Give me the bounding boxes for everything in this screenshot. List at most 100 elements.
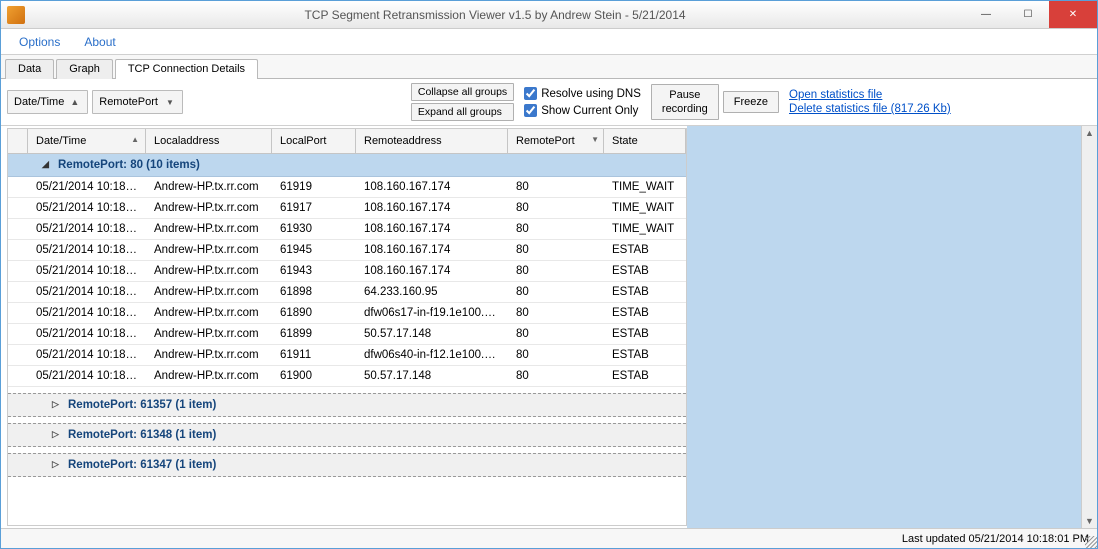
groupby-remoteport[interactable]: RemotePort ▼ [92,90,183,114]
cell-localport: 61911 [272,345,356,365]
cell-state: ESTAB [604,324,686,344]
status-text: Last updated 05/21/2014 10:18:01 PM [902,533,1089,545]
col-datetime[interactable]: Date/Time▲ [28,129,146,153]
col-expand[interactable] [8,129,28,153]
cell-remoteport: 80 [508,324,604,344]
cell-datetime: 05/21/2014 10:18:01 [28,303,146,323]
cell-localaddress: Andrew-HP.tx.rr.com [146,198,272,218]
close-button[interactable]: ✕ [1049,1,1097,28]
cell-datetime: 05/21/2014 10:18:01 [28,345,146,365]
cell-localport: 61899 [272,324,356,344]
cell-state: TIME_WAIT [604,198,686,218]
delete-stats-link[interactable]: Delete statistics file (817.26 Kb) [789,103,951,115]
menubar: Options About [1,29,1097,55]
cell-state: ESTAB [604,345,686,365]
cell-datetime: 05/21/2014 10:18:01 [28,177,146,197]
table-row[interactable]: 05/21/2014 10:18:01Andrew-HP.tx.rr.com61… [8,345,686,366]
groupby-datetime[interactable]: Date/Time ▲ [7,90,88,114]
tab-data[interactable]: Data [5,59,54,79]
cell-localport: 61943 [272,261,356,281]
cell-remoteaddress: 108.160.167.174 [356,261,508,281]
cell-localport: 61919 [272,177,356,197]
group-row[interactable]: RemotePort: 61357 (1 item) [8,393,686,417]
grid-header: Date/Time▲ Localaddress LocalPort Remote… [8,129,686,154]
resize-grip[interactable] [1085,536,1097,548]
show-current-checkbox[interactable]: Show Current Only [524,104,641,117]
cell-remoteaddress: 108.160.167.174 [356,177,508,197]
table-row[interactable]: 05/21/2014 10:18:01Andrew-HP.tx.rr.com61… [8,366,686,387]
cell-datetime: 05/21/2014 10:18:01 [28,282,146,302]
col-localaddress[interactable]: Localaddress [146,129,272,153]
menu-options[interactable]: Options [9,32,70,52]
cell-localport: 61917 [272,198,356,218]
cell-localport: 61898 [272,282,356,302]
pause-recording-button[interactable]: Pause recording [651,84,719,120]
col-localport[interactable]: LocalPort [272,129,356,153]
tab-tcp-details[interactable]: TCP Connection Details [115,59,258,79]
side-panel [687,126,1097,528]
resolve-dns-checkbox[interactable]: Resolve using DNS [524,87,641,100]
cell-remoteaddress: 108.160.167.174 [356,240,508,260]
app-icon [7,6,25,24]
expand-all-button[interactable]: Expand all groups [411,103,514,121]
cell-datetime: 05/21/2014 10:18:01 [28,240,146,260]
cell-remoteport: 80 [508,198,604,218]
group-row[interactable]: RemotePort: 80 (10 items) [8,154,686,177]
cell-datetime: 05/21/2014 10:18:01 [28,219,146,239]
cell-state: ESTAB [604,366,686,386]
cell-remoteaddress: 64.233.160.95 [356,282,508,302]
cell-remoteaddress: 50.57.17.148 [356,324,508,344]
cell-datetime: 05/21/2014 10:18:01 [28,366,146,386]
cell-localaddress: Andrew-HP.tx.rr.com [146,324,272,344]
table-row[interactable]: 05/21/2014 10:18:01Andrew-HP.tx.rr.com61… [8,303,686,324]
cell-localport: 61930 [272,219,356,239]
sort-asc-icon: ▲ [70,97,79,107]
cell-remoteaddress: 108.160.167.174 [356,198,508,218]
col-remoteport[interactable]: RemotePort▼ [508,129,604,153]
cell-datetime: 05/21/2014 10:18:01 [28,198,146,218]
open-stats-link[interactable]: Open statistics file [789,89,951,101]
toolbar: Date/Time ▲ RemotePort ▼ Collapse all gr… [1,79,1097,126]
table-row[interactable]: 05/21/2014 10:18:01Andrew-HP.tx.rr.com61… [8,324,686,345]
cell-datetime: 05/21/2014 10:18:01 [28,261,146,281]
group-row[interactable]: RemotePort: 61348 (1 item) [8,423,686,447]
cell-state: ESTAB [604,303,686,323]
chevron-down-icon: ▼ [166,98,174,107]
cell-state: ESTAB [604,240,686,260]
group-row[interactable]: RemotePort: 61347 (1 item) [8,453,686,477]
freeze-button[interactable]: Freeze [723,91,779,113]
cell-remoteport: 80 [508,345,604,365]
cell-localaddress: Andrew-HP.tx.rr.com [146,177,272,197]
cell-localaddress: Andrew-HP.tx.rr.com [146,219,272,239]
scrollbar-vertical[interactable] [1081,126,1097,528]
tabstrip: Data Graph TCP Connection Details [1,55,1097,79]
cell-datetime: 05/21/2014 10:18:01 [28,324,146,344]
table-row[interactable]: 05/21/2014 10:18:01Andrew-HP.tx.rr.com61… [8,282,686,303]
cell-state: TIME_WAIT [604,177,686,197]
menu-about[interactable]: About [74,32,125,52]
minimize-button[interactable]: — [965,1,1007,28]
cell-state: ESTAB [604,282,686,302]
groupby-label-2: RemotePort [99,96,158,108]
cell-remoteport: 80 [508,303,604,323]
cell-localaddress: Andrew-HP.tx.rr.com [146,366,272,386]
cell-remoteport: 80 [508,366,604,386]
cell-remoteport: 80 [508,282,604,302]
tab-graph[interactable]: Graph [56,59,113,79]
table-row[interactable]: 05/21/2014 10:18:01Andrew-HP.tx.rr.com61… [8,261,686,282]
cell-remoteaddress: 50.57.17.148 [356,366,508,386]
titlebar: TCP Segment Retransmission Viewer v1.5 b… [1,1,1097,29]
cell-localport: 61945 [272,240,356,260]
cell-localport: 61890 [272,303,356,323]
cell-localport: 61900 [272,366,356,386]
col-state[interactable]: State [604,129,686,153]
cell-localaddress: Andrew-HP.tx.rr.com [146,282,272,302]
table-row[interactable]: 05/21/2014 10:18:01Andrew-HP.tx.rr.com61… [8,219,686,240]
table-row[interactable]: 05/21/2014 10:18:01Andrew-HP.tx.rr.com61… [8,240,686,261]
col-remoteaddress[interactable]: Remoteaddress [356,129,508,153]
cell-remoteaddress: 108.160.167.174 [356,219,508,239]
maximize-button[interactable]: ☐ [1007,1,1049,28]
table-row[interactable]: 05/21/2014 10:18:01Andrew-HP.tx.rr.com61… [8,198,686,219]
table-row[interactable]: 05/21/2014 10:18:01Andrew-HP.tx.rr.com61… [8,177,686,198]
collapse-all-button[interactable]: Collapse all groups [411,83,514,101]
